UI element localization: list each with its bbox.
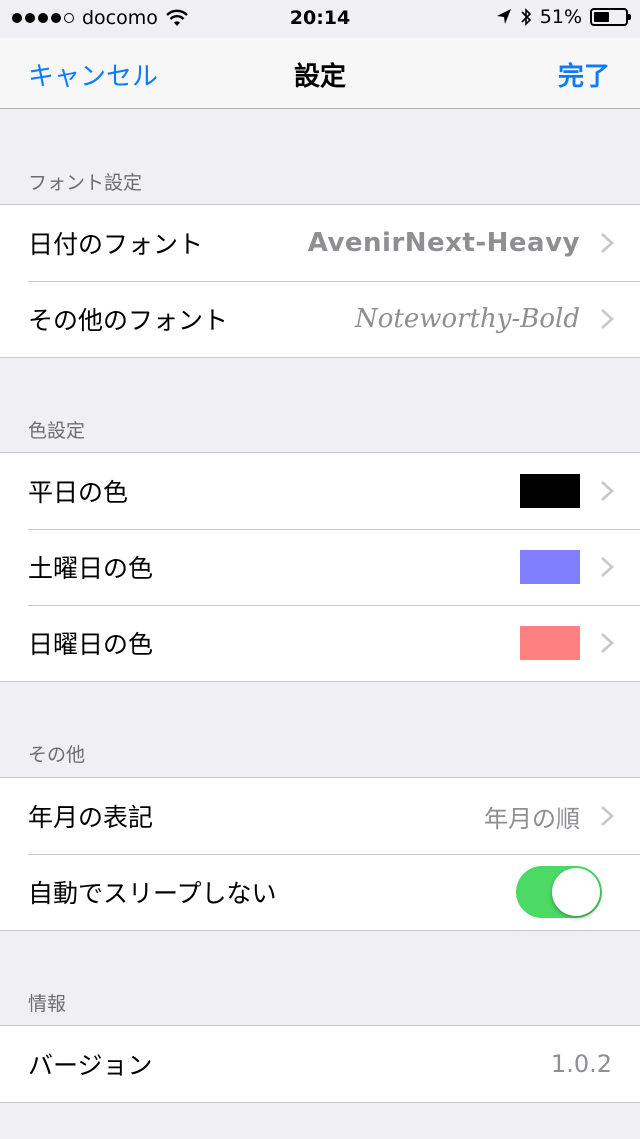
- row-weekday-color[interactable]: 平日の色: [0, 453, 640, 529]
- row-value: 年月の順: [484, 804, 580, 833]
- row-label: 日付のフォント: [28, 230, 204, 259]
- location-arrow-icon: [496, 9, 511, 24]
- row-sunday-color[interactable]: 日曜日の色: [0, 605, 640, 681]
- chevron-right-icon: [601, 233, 614, 253]
- chevron-right-icon: [601, 633, 614, 653]
- status-bar: docomo 20:14 51%: [0, 0, 640, 38]
- group-font: 日付のフォント AvenirNext-Heavy その他のフォント Notewo…: [0, 204, 640, 358]
- row-label: 日曜日の色: [28, 630, 154, 659]
- chevron-right-icon: [601, 806, 614, 826]
- section-header-info: 情報: [28, 993, 67, 1015]
- row-label: 平日の色: [28, 478, 129, 507]
- row-saturday-color[interactable]: 土曜日の色: [0, 529, 640, 605]
- row-other-font[interactable]: その他のフォント Noteworthy-Bold: [0, 281, 640, 357]
- row-label: その他のフォント: [28, 306, 229, 335]
- color-swatch: [520, 626, 580, 660]
- battery-percent: 51%: [539, 6, 582, 28]
- no-sleep-toggle[interactable]: [516, 866, 602, 918]
- row-value: AvenirNext-Heavy: [307, 228, 580, 258]
- version-value: 1.0.2: [550, 1050, 612, 1078]
- bluetooth-icon: [521, 8, 531, 26]
- status-right: 51%: [496, 6, 631, 28]
- row-label: 年月の表記: [28, 803, 154, 832]
- navigation-bar: キャンセル 設定 完了: [0, 38, 640, 109]
- row-date-font[interactable]: 日付のフォント AvenirNext-Heavy: [0, 205, 640, 281]
- color-swatch: [520, 474, 580, 508]
- section-header-other: その他: [28, 744, 86, 766]
- battery-fill: [594, 12, 610, 22]
- chevron-right-icon: [601, 309, 614, 329]
- row-label: 土曜日の色: [28, 554, 154, 583]
- group-other: 年月の表記 年月の順 自動でスリープしない: [0, 777, 640, 931]
- page-title: 設定: [293, 62, 346, 92]
- row-no-sleep: 自動でスリープしない: [0, 854, 640, 930]
- row-date-format[interactable]: 年月の表記 年月の順: [0, 778, 640, 854]
- group-info: バージョン 1.0.2: [0, 1025, 640, 1103]
- chevron-right-icon: [601, 481, 614, 501]
- row-value: Noteworthy-Bold: [355, 304, 580, 334]
- battery-icon: [590, 8, 631, 26]
- group-color: 平日の色 土曜日の色 日曜日の色: [0, 452, 640, 682]
- done-button[interactable]: 完了: [558, 56, 610, 93]
- section-header-color: 色設定: [28, 420, 86, 442]
- color-swatch: [520, 550, 580, 584]
- row-version: バージョン 1.0.2: [0, 1026, 640, 1102]
- chevron-right-icon: [601, 557, 614, 577]
- row-label: 自動でスリープしない: [28, 879, 277, 908]
- toggle-knob: [552, 868, 600, 916]
- row-label: バージョン: [28, 1051, 153, 1080]
- section-header-font: フォント設定: [28, 172, 143, 194]
